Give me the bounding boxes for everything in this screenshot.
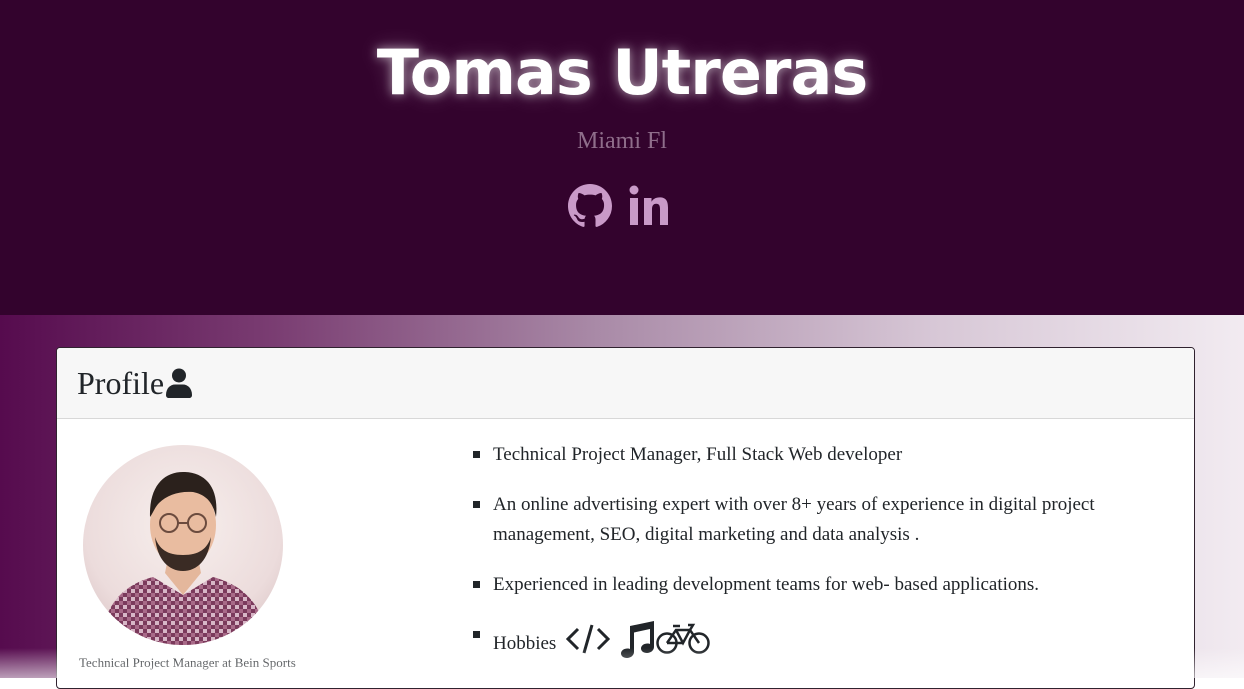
list-item: Technical Project Manager, Full Stack We… [473,440,1163,470]
profile-card-header: Profile [57,348,1194,419]
profile-photo [83,445,283,645]
profile-bullet-list: Technical Project Manager, Full Stack We… [473,440,1163,688]
photo-caption: Technical Project Manager at Bein Sports [79,655,296,670]
hobby-icons [566,620,711,668]
site-title: Tomas Utreras [376,36,869,109]
bicycle-icon [656,623,711,665]
linkedin-icon[interactable] [628,184,676,233]
list-item-hobbies: Hobbies [473,620,1163,668]
hobbies-label: Hobbies [493,633,557,654]
user-icon [166,368,193,398]
list-item: Experienced in leading development teams… [473,570,1163,600]
music-icon [620,620,656,668]
header: Tomas Utreras Miami Fl [0,0,1244,315]
github-icon[interactable] [568,184,612,233]
location-text: Miami Fl [576,128,667,154]
list-item: An online advertising expert with over 8… [473,490,1163,550]
profile-card: Profile Technical Project Manager at Bei… [56,347,1195,689]
profile-title: Profile [77,364,193,402]
social-links [0,184,1244,233]
code-icon [566,622,611,666]
profile-title-text: Profile [77,364,165,401]
